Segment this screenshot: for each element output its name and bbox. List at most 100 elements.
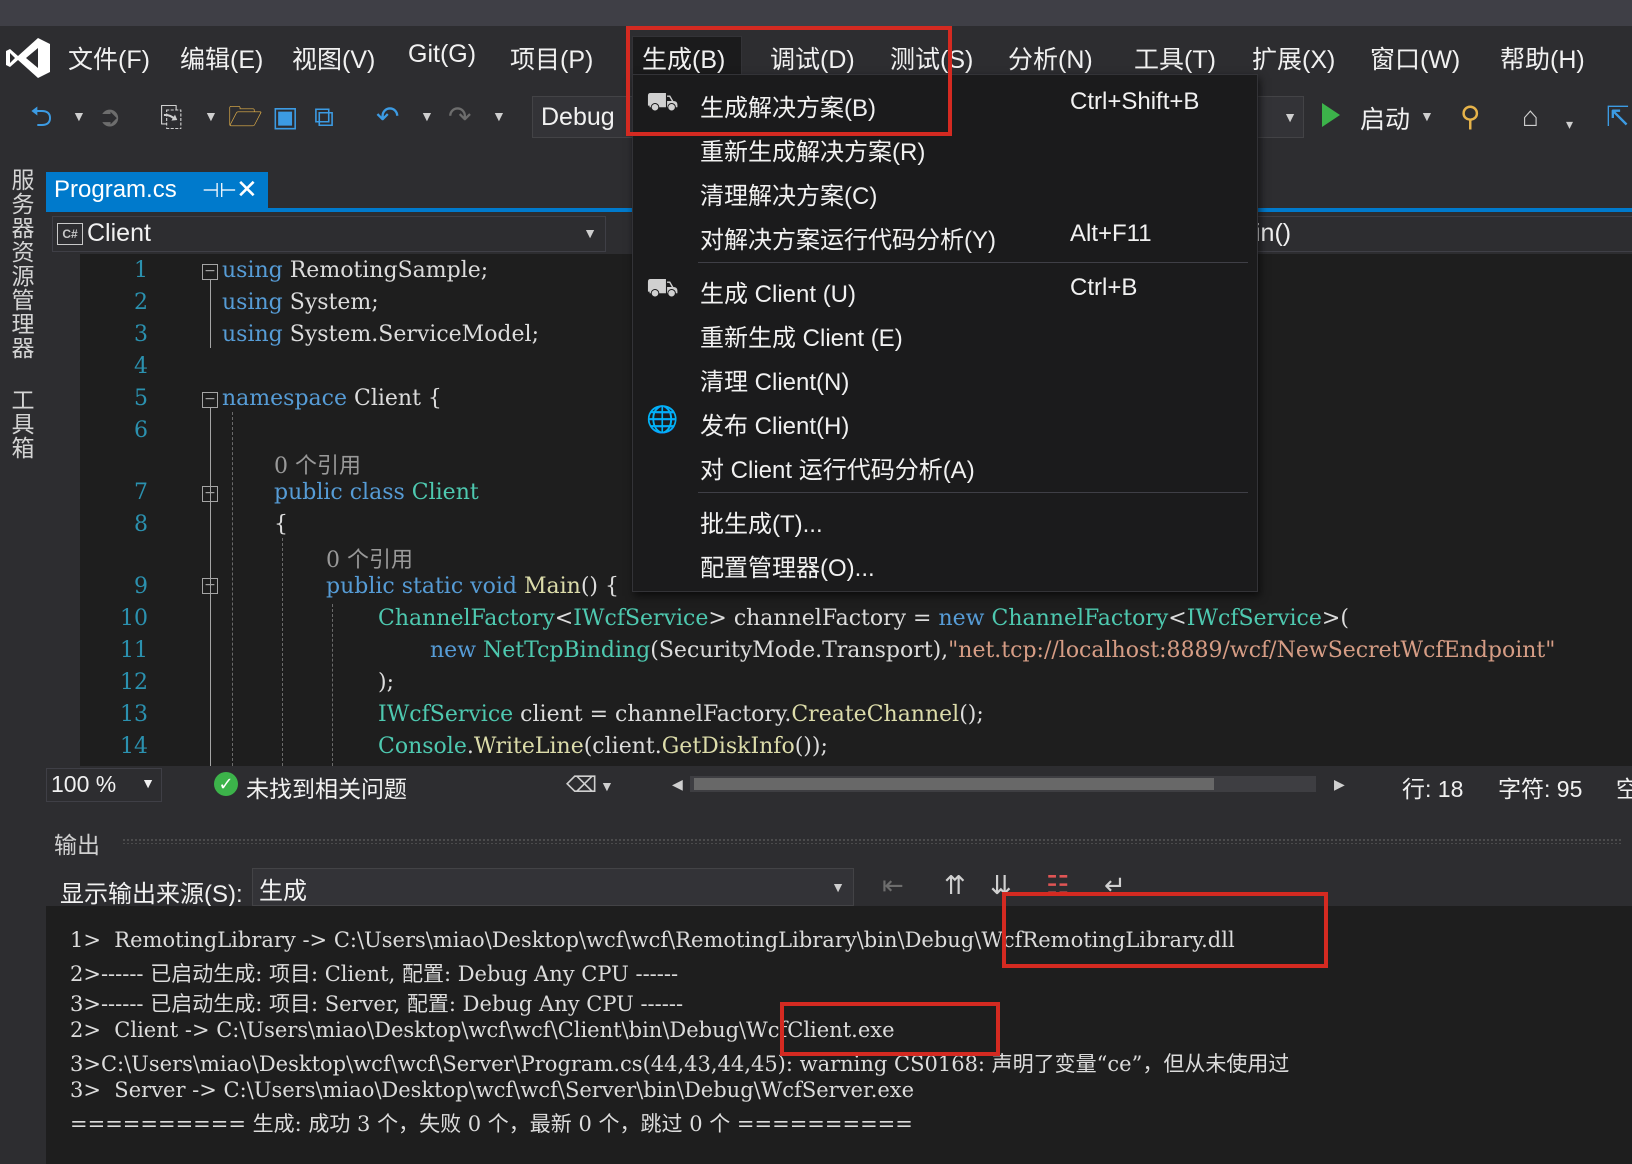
chevron-down-icon: ▼ [583,225,597,241]
output-line: 3>C:\Users\miao\Desktop\wcf\wcf\Server\P… [70,1052,1290,1076]
type-name: Client [411,480,479,505]
output-line: 3>------ 已启动生成: 项目: Server, 配置: Debug An… [70,992,684,1016]
menu-window[interactable]: 窗口(W) [1370,40,1460,76]
fold-collapse-icon[interactable]: − [202,264,218,280]
menu-tools[interactable]: 工具(T) [1134,40,1216,76]
line-number: 7 [134,480,148,505]
pin-icon[interactable]: ⊣⊢ [202,178,237,203]
project-label: Client [87,219,151,247]
toolbar-overflow-icon[interactable]: ▾ [1566,116,1573,133]
home-icon[interactable]: ⌂ [1522,100,1539,134]
code-line-3: using System.ServiceModel; [222,322,539,347]
menu-item-configuration-manager[interactable]: 配置管理器(O)... [700,548,875,583]
menu-item-batch-build[interactable]: 批生成(T)... [700,504,823,539]
toolbox-tab[interactable]: 工具箱 [4,388,38,460]
keyword: public static void [326,574,517,599]
code-line-2: using System; [222,290,379,315]
server-explorer-tab[interactable]: 服务器资源管理器 [4,168,38,360]
toolbar-more-icon[interactable]: ⇱ [1606,100,1629,134]
code-text: < [554,606,574,631]
fold-collapse-icon[interactable]: − [202,392,218,408]
member-dropdown[interactable]: in() [1238,216,1632,252]
code-cleanup-dropdown-icon[interactable]: ▼ [600,778,614,794]
back-icon[interactable]: ⮌ [30,100,52,134]
menu-item-clean-solution[interactable]: 清理解决方案(C) [700,176,877,211]
menu-item-rebuild-client[interactable]: 重新生成 Client (E) [700,318,903,353]
open-folder-icon[interactable]: 🗁 [228,100,263,134]
cursor-line: 行: 18 [1402,776,1464,802]
type-name: ChannelFactory [378,606,555,631]
menu-item-clean-client[interactable]: 清理 Client(N) [700,362,849,397]
whitespace-indicator: 空 [1616,776,1632,802]
type-name: NetTcpBinding [483,638,651,663]
code-line-13: IWcfService client = channelFactory.Crea… [378,702,984,727]
line-number: 2 [134,290,148,315]
previous-message-icon[interactable]: ⇈ [944,870,966,901]
menu-view[interactable]: 视图(V) [292,40,375,76]
menu-extensions[interactable]: 扩展(X) [1252,40,1335,76]
keyword: new [938,606,985,631]
scroll-right-icon[interactable]: ▶ [1334,776,1345,793]
method-name: Main [523,574,581,599]
new-item-icon[interactable]: ⎘ [160,100,182,134]
line-number: 12 [120,670,148,695]
code-line-1: using RemotingSample; [222,258,488,283]
save-all-icon[interactable]: ⧉ [314,100,334,134]
line-number: 3 [134,322,148,347]
close-icon[interactable]: ✕ [236,174,258,205]
tab-program-cs[interactable]: Program.cs ⊣⊢ ✕ [46,172,268,210]
menu-git[interactable]: Git(G) [408,40,476,69]
keyword: new [430,638,477,663]
zoom-dropdown[interactable]: 100 % ▼ [46,768,162,802]
menu-item-analyze-solution[interactable]: 对解决方案运行代码分析(Y) [700,220,996,255]
menu-file[interactable]: 文件(F) [68,40,150,76]
menu-analyze[interactable]: 分析(N) [1008,40,1093,76]
code-cleanup-icon[interactable]: ⌫ [566,772,597,798]
menu-item-rebuild-solution[interactable]: 重新生成解决方案(R) [700,132,925,167]
menu-help[interactable]: 帮助(H) [1500,40,1585,76]
editor-glyph-margin [46,254,80,766]
panel-grip[interactable] [122,838,1622,844]
undo-icon[interactable]: ↶ [376,100,399,134]
type-name: IWcfService [1186,606,1322,631]
member-label: in() [1255,219,1292,247]
menu-item-build-client[interactable]: 生成 Client (U) [700,274,856,309]
code-lens-references[interactable]: 0 个引用 [274,448,361,480]
new-item-dropdown-icon[interactable]: ▼ [204,108,218,124]
go-to-location-icon[interactable]: ⇤ [882,870,904,901]
output-panel-title: 输出 [54,832,100,858]
undo-dropdown-icon[interactable]: ▼ [420,108,434,124]
keyword: using [222,322,283,347]
start-dropdown-icon[interactable]: ▼ [1420,108,1434,124]
back-dropdown-icon[interactable]: ▼ [72,108,86,124]
code-line-11: new NetTcpBinding(SecurityMode.Transport… [430,638,1555,663]
scroll-left-icon[interactable]: ◀ [672,776,683,793]
menu-edit[interactable]: 编辑(E) [180,40,263,76]
code-lens-references[interactable]: 0 个引用 [326,542,413,574]
output-source-label: 显示输出来源(S): [60,881,243,908]
save-icon[interactable]: ▣ [272,100,298,134]
line-number: 11 [120,638,148,663]
issues-status[interactable]: 未找到相关问题 [246,770,407,804]
menu-item-analyze-client[interactable]: 对 Client 运行代码分析(A) [700,450,975,485]
chevron-down-icon: ▼ [141,775,155,791]
scrollbar-thumb[interactable] [694,778,1214,790]
string-literal: "net.tcp://localhost:8889/wcf/NewSecretW… [948,638,1556,663]
find-in-files-icon[interactable]: ⚲ [1460,100,1481,134]
code-text: Client { [347,386,442,411]
start-play-icon[interactable] [1322,103,1340,127]
code-text: (client. [583,734,662,759]
redo-dropdown-icon[interactable]: ▼ [492,108,506,124]
output-source-dropdown[interactable]: 生成 ▼ [252,868,854,906]
redo-icon[interactable]: ↷ [448,100,471,134]
forward-icon[interactable]: ➲ [98,100,121,134]
menu-project[interactable]: 项目(P) [510,40,593,76]
zoom-level: 100 % [51,771,117,797]
start-button[interactable]: 启动 [1360,100,1410,136]
menu-item-publish-client[interactable]: 发布 Client(H) [700,406,849,441]
indent-guide [282,538,283,766]
code-text: RemotingSample; [282,258,489,283]
code-text: >( [1321,606,1349,631]
project-dropdown[interactable]: C# Client ▼ [52,216,606,252]
type-name: ChannelFactory [991,606,1169,631]
